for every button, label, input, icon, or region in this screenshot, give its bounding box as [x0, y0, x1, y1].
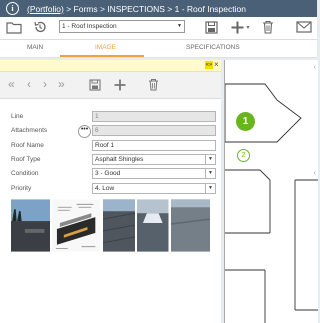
chevron-down-icon: ▼ [177, 23, 182, 29]
breadcrumb-path: > Forms > INSPECTIONS > 1 - Roof Inspect… [63, 3, 246, 14]
delete-record-icon[interactable] [148, 78, 159, 91]
add-record-icon[interactable] [113, 78, 127, 92]
scroll-up-icon[interactable]: ‹ [314, 64, 316, 71]
expand-icon[interactable]: «» [205, 61, 213, 69]
tab-specifications[interactable]: SPECIFICATIONS [186, 44, 240, 51]
roof-drawing-panel: 1 2 ‹ ‹ [224, 60, 318, 323]
breadcrumb-portfolio-link[interactable]: (Portfolio) [27, 4, 64, 14]
add-dropdown-icon[interactable]: ▾ [244, 21, 252, 35]
chevron-down-icon: ▼ [205, 184, 215, 193]
roof-photo-thumbnail[interactable] [137, 199, 169, 252]
condition-label: Condition [11, 170, 39, 177]
photo-strip [11, 199, 212, 252]
record-select-value: 1 - Roof Inspection [62, 23, 117, 30]
add-icon[interactable] [230, 20, 245, 35]
condition-select[interactable]: 3 - Good ▼ [92, 168, 216, 179]
close-icon[interactable]: × [214, 60, 219, 69]
last-record-icon[interactable]: » [58, 77, 65, 91]
line-label: Line [11, 113, 24, 120]
info-icon[interactable]: i [6, 2, 19, 15]
roof-marker-1[interactable]: 1 [236, 112, 255, 131]
roof-photo-thumbnail[interactable] [11, 199, 51, 252]
priority-value: 4. Low [95, 185, 115, 192]
history-icon[interactable] [33, 20, 47, 34]
panel-header-bar [0, 60, 221, 72]
chevron-down-icon: ▼ [205, 155, 215, 164]
breadcrumb: (Portfolio) > Forms > INSPECTIONS > 1 - … [27, 4, 246, 14]
save-record-icon[interactable] [89, 79, 101, 91]
attachments-more-button[interactable]: ••• [78, 125, 91, 138]
mail-icon[interactable] [296, 21, 312, 33]
tab-image[interactable]: IMAGE [95, 44, 116, 51]
roof-type-label: Roof Type [11, 156, 41, 163]
roof-name-input[interactable]: Roof 1 [92, 140, 216, 151]
roof-photo-thumbnail[interactable] [102, 199, 136, 252]
tab-main[interactable]: MAIN [27, 44, 43, 51]
tab-bar: MAIN IMAGE SPECIFICATIONS [0, 40, 317, 58]
roof-plan-drawing[interactable] [225, 60, 318, 323]
title-bar: i (Portfolio) > Forms > INSPECTIONS > 1 … [0, 0, 317, 17]
attachments-field: 6 [92, 125, 216, 136]
roof-type-select[interactable]: Asphalt Shingles ▼ [92, 154, 216, 165]
record-nav-bar: « ‹ › » [0, 72, 221, 99]
scroll-left-icon[interactable]: ‹ [314, 170, 316, 177]
roof-diagram-thumbnail[interactable] [52, 199, 101, 252]
toolbar: 1 - Roof Inspection ▼ ▾ [0, 17, 317, 40]
next-record-icon[interactable]: › [43, 77, 47, 91]
chevron-down-icon: ▼ [205, 169, 215, 178]
save-icon[interactable] [205, 21, 218, 34]
line-field: 1 [92, 111, 216, 122]
attachments-label: Attachments [11, 127, 48, 134]
delete-icon[interactable] [262, 20, 274, 34]
active-tab-indicator [60, 55, 144, 57]
roof-name-label: Roof Name [11, 142, 44, 149]
condition-value: 3 - Good [95, 170, 121, 177]
roof-photo-thumbnail[interactable] [170, 199, 210, 252]
first-record-icon[interactable]: « [8, 77, 15, 91]
folder-icon[interactable] [6, 21, 22, 34]
priority-label: Priority [11, 185, 32, 192]
roof-marker-2[interactable]: 2 [237, 149, 250, 162]
priority-select[interactable]: 4. Low ▼ [92, 183, 216, 194]
record-select[interactable]: 1 - Roof Inspection ▼ [59, 20, 185, 33]
previous-record-icon[interactable]: ‹ [27, 77, 31, 91]
roof-type-value: Asphalt Shingles [95, 156, 144, 163]
